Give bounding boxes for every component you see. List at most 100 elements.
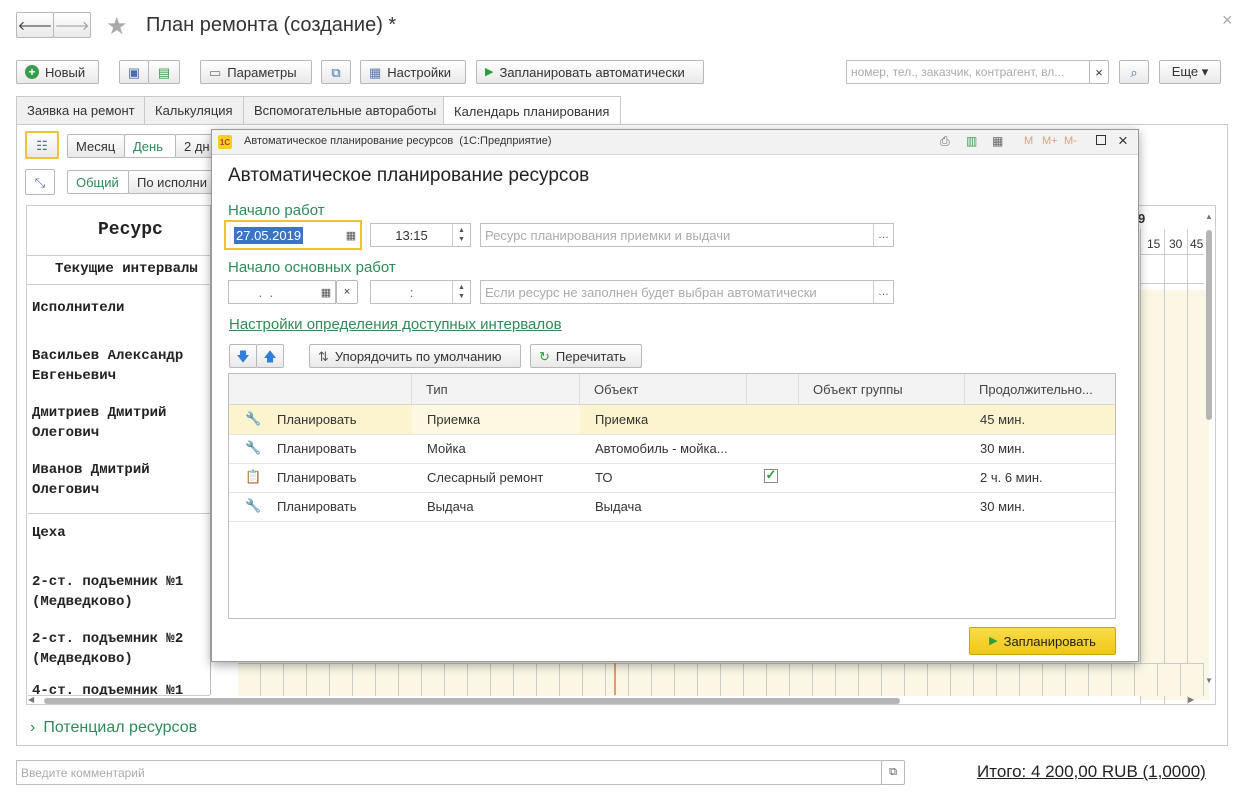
- arrow-right-icon: 🡒: [54, 17, 90, 33]
- sort-default-button[interactable]: ⇅ Упорядочить по умолчанию: [309, 344, 521, 368]
- save-button[interactable]: ▣: [119, 60, 149, 84]
- tab-calculation[interactable]: Калькуляция: [144, 96, 244, 124]
- table-row[interactable]: 🔧 Планировать Мойка Автомобиль - мойка..…: [229, 434, 1115, 464]
- memory-m-minus-button[interactable]: M-: [1064, 135, 1077, 147]
- main-date-field[interactable]: . . ▦: [228, 280, 336, 304]
- table-row[interactable]: 🔧 Планировать Приемка Приемка 45 мин.: [229, 405, 1115, 435]
- resource-row-lift-4[interactable]: 4-ст. подъемник №1: [28, 682, 210, 696]
- tab-calendar[interactable]: Календарь планирования: [443, 96, 621, 125]
- col-type[interactable]: Тип: [412, 374, 580, 404]
- resource-label: 2-ст. подъемник №1 (Медведково): [32, 574, 184, 610]
- tab-label: Календарь планирования: [454, 103, 610, 119]
- col-duration[interactable]: Продолжительно...: [965, 374, 1115, 404]
- new-button[interactable]: + Новый: [16, 60, 99, 84]
- row-duration: 30 мин.: [980, 441, 1026, 456]
- play-icon: ▶: [989, 634, 998, 647]
- table-row[interactable]: 🔧 Планировать Выдача Выдача 30 мин.: [229, 492, 1115, 522]
- timeline-area: [1139, 290, 1209, 700]
- search-input[interactable]: номер, тел., заказчик, контрагент, вл...: [846, 60, 1090, 84]
- resource-field[interactable]: Ресурс планирования приемки и выдачи …: [480, 223, 894, 247]
- group-checkbox[interactable]: ✓: [764, 468, 778, 483]
- resource-row-executors[interactable]: Исполнители: [28, 294, 210, 346]
- print-icon[interactable]: ⎙: [940, 134, 950, 149]
- period-month-button[interactable]: Месяц: [67, 134, 125, 158]
- post-button[interactable]: ▤: [148, 60, 180, 84]
- refresh-icon: ↻: [539, 348, 550, 364]
- comment-input[interactable]: Введите комментарий: [16, 760, 882, 785]
- more-button[interactable]: Еще ▾: [1159, 60, 1221, 84]
- resource-row-lift-2[interactable]: 2-ст. подъемник №2 (Медведково): [28, 625, 210, 683]
- time-spinner[interactable]: ▲ ▼: [452, 224, 470, 246]
- tools-button[interactable]: ⤡: [25, 169, 55, 195]
- grid-line: [1164, 229, 1165, 704]
- main-date-clear-button[interactable]: ×: [336, 280, 358, 304]
- resource-row-lift-1[interactable]: 2-ст. подъемник №1 (Медведково): [28, 568, 210, 626]
- scroll-down-icon[interactable]: ▼: [1205, 676, 1213, 685]
- start-date-value: 27.05.2019: [234, 226, 304, 244]
- date-picker-icon[interactable]: ▦: [342, 222, 360, 248]
- close-icon[interactable]: ×: [1222, 10, 1233, 31]
- row-action: Планировать: [277, 441, 357, 456]
- recalc-button[interactable]: ↻ Перечитать: [530, 344, 642, 368]
- params-button[interactable]: ▭ Параметры: [200, 60, 312, 84]
- memory-m-button[interactable]: M: [1024, 135, 1033, 147]
- settings-button[interactable]: ▦ Настройки: [360, 60, 466, 84]
- view-general-button[interactable]: Общий: [67, 170, 129, 194]
- search-clear-button[interactable]: ×: [1089, 60, 1109, 84]
- resource-row-dmitriev[interactable]: Дмитриев Дмитрий Олегович: [28, 399, 210, 457]
- potential-resources-toggle[interactable]: › Потенциал ресурсов: [30, 719, 197, 737]
- maximize-icon[interactable]: [1096, 135, 1106, 145]
- scroll-right-icon[interactable]: ▶: [1188, 695, 1194, 704]
- date-picker-icon[interactable]: ▦: [317, 281, 335, 303]
- row-object: Выдача: [595, 499, 642, 514]
- calendar-icon[interactable]: ▦: [992, 134, 1003, 148]
- time-spinner[interactable]: ▲ ▼: [452, 281, 470, 303]
- table-row[interactable]: 📋 Планировать Слесарный ремонт ТО ✓ 2 ч.…: [229, 463, 1115, 493]
- col-group-object[interactable]: Объект группы: [799, 374, 965, 404]
- main-time-field[interactable]: : ▲ ▼: [370, 280, 471, 304]
- schedule-button[interactable]: ▶ Запланировать: [969, 627, 1116, 655]
- tree-view-button[interactable]: ☷: [25, 131, 59, 159]
- favorite-star-icon[interactable]: ★: [106, 12, 128, 41]
- resource-row-ivanov[interactable]: Иванов Дмитрий Олегович: [28, 456, 210, 514]
- resource-label: Цеха: [32, 525, 66, 541]
- scroll-up-icon[interactable]: ▲: [1205, 212, 1213, 221]
- copy-button[interactable]: ⧉: [321, 60, 351, 84]
- ellipsis-icon[interactable]: …: [873, 281, 893, 303]
- vertical-scroll-thumb[interactable]: [1206, 230, 1212, 420]
- comment-open-button[interactable]: ⧉: [881, 760, 905, 785]
- dialog-close-icon[interactable]: ×: [1118, 131, 1128, 151]
- start-time-field[interactable]: 13:15 ▲ ▼: [370, 223, 471, 247]
- main-resource-field[interactable]: Если ресурс не заполнен будет выбран авт…: [480, 280, 894, 304]
- period-month-label: Месяц: [76, 138, 116, 154]
- search-advanced-button[interactable]: ⌕: [1119, 60, 1149, 84]
- open-window-icon: ⧉: [889, 766, 897, 778]
- period-2-button[interactable]: 2 дн: [175, 134, 215, 158]
- horizontal-scrollbar[interactable]: ◀ ▶: [28, 695, 1198, 706]
- view-by-executor-button[interactable]: По исполни: [128, 170, 216, 194]
- resource-label: Дмитриев Дмитрий Олегович: [32, 405, 167, 441]
- forward-button[interactable]: 🡒: [53, 12, 91, 38]
- col-object[interactable]: Объект: [580, 374, 747, 404]
- back-button[interactable]: 🡐: [16, 12, 54, 38]
- tab-aux-works[interactable]: Вспомогательные автоработы: [243, 96, 444, 124]
- start-date-field[interactable]: 27.05.2019 ▦: [224, 220, 362, 250]
- current-time-marker: [614, 663, 616, 695]
- arrow-down-icon: 🡇: [236, 348, 250, 364]
- scroll-left-icon[interactable]: ◀: [28, 695, 34, 704]
- table-icon[interactable]: ▥: [966, 134, 977, 148]
- intervals-settings-link[interactable]: Настройки определения доступных интервал…: [229, 316, 562, 333]
- schedule-auto-button[interactable]: ▶ Запланировать автоматически: [476, 60, 704, 84]
- vertical-scrollbar[interactable]: ▲ ▼: [1204, 212, 1214, 690]
- move-up-button[interactable]: 🡅: [256, 344, 284, 368]
- dialog-window-title: Автоматическое планирование ресурсов (1С…: [244, 135, 552, 147]
- horizontal-scroll-thumb[interactable]: [44, 698, 900, 704]
- period-day-button[interactable]: День: [124, 134, 176, 158]
- resource-row-workshops[interactable]: Цеха: [28, 519, 210, 571]
- memory-m-plus-button[interactable]: M+: [1042, 135, 1058, 147]
- tab-request[interactable]: Заявка на ремонт: [16, 96, 145, 124]
- period-day-label: День: [133, 138, 163, 154]
- ellipsis-icon[interactable]: …: [873, 224, 893, 246]
- move-down-button[interactable]: 🡇: [229, 344, 257, 368]
- resource-row-vasiliev[interactable]: Васильев Александр Евгеньевич: [28, 342, 210, 400]
